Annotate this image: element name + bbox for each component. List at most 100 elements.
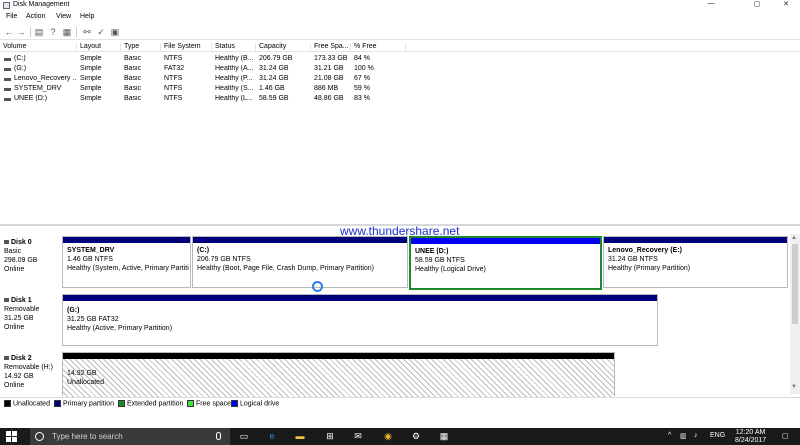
properties-icon[interactable]: ▦ [62,27,72,37]
cell-percent-free: 84 % [354,55,370,62]
cell-capacity: 1.46 GB [259,85,285,92]
cell-file-system: NTFS [164,55,183,62]
table-row[interactable]: (C:) Simple Basic NTFS Healthy (B... 206… [0,55,800,65]
cell-percent-free: 100 % [354,65,374,72]
network-icon[interactable]: ▥ [680,432,687,440]
table-row[interactable]: (G:) Simple Basic FAT32 Healthy (A... 31… [0,65,800,75]
drive-icon [4,98,11,101]
partition-status: Healthy (Active, Primary Partition) [67,325,173,332]
disk-name: Disk 0 [11,239,32,246]
column-free-space[interactable]: Free Spa... [311,43,351,52]
microphone-icon[interactable] [216,432,221,440]
disk-name: Disk 2 [11,355,32,362]
menu-bar: File Action View Help [0,12,800,23]
table-row[interactable]: SYSTEM_DRV Simple Basic NTFS Healthy (S.… [0,85,800,95]
partition-size: 31.25 GB FAT32 [67,316,119,323]
help-icon[interactable]: ? [48,27,58,37]
disk-2-label[interactable]: Disk 2 Removable (H:) 14.92 GB Online [4,354,60,390]
partition-status: Healthy (System, Active, Primary Partiti [67,265,189,272]
windows-start-icon[interactable] [6,431,17,442]
disk-type: Removable [4,306,40,313]
check-icon[interactable]: ✓ [96,27,106,37]
disk-management-icon[interactable]: ▦ [436,430,452,443]
partition-name: (G:) [67,307,80,314]
table-row[interactable]: Lenovo_Recovery ... Simple Basic NTFS He… [0,75,800,85]
volume-list-icon[interactable]: ▤ [34,27,44,37]
cell-free-space: 31.21 GB [314,65,344,72]
legend-free-space: Free space [187,400,231,407]
volume-icon[interactable]: ♪ [694,432,698,439]
chrome-icon[interactable]: ◉ [380,430,396,443]
forward-icon[interactable]: → [16,27,26,37]
table-row[interactable]: UNEE (D:) Simple Basic NTFS Healthy (L..… [0,95,800,105]
scroll-down-icon[interactable]: ▼ [791,384,797,390]
task-view-icon[interactable]: ▭ [236,430,252,443]
minimize-button[interactable]: — [697,0,725,7]
partition-size: 206.79 GB NTFS [197,256,251,263]
column-percent-free[interactable]: % Free [351,43,406,52]
cell-volume: (G:) [14,65,27,72]
column-layout[interactable]: Layout [77,43,121,52]
partition-status: Healthy (Boot, Page File, Crash Dump, Pr… [197,265,375,272]
disk-state: Online [4,324,25,331]
disk-size: 298.09 GB [4,257,38,264]
taskbar-clock[interactable]: 12:20 AM 8/24/2017 [735,429,766,445]
menu-file[interactable]: File [6,13,17,20]
disk-0-label[interactable]: Disk 0 Basic 298.09 GB Online [4,238,60,274]
menu-view[interactable]: View [56,13,71,20]
maximize-button[interactable]: ▢ [743,0,771,8]
cell-layout: Simple [80,65,102,72]
notification-icon[interactable]: ▢ [782,432,789,440]
show-hidden-icons-icon[interactable]: ^ [668,432,671,439]
partition-e[interactable]: Lenovo_Recovery (E:) 31.24 GB NTFS Healt… [603,236,788,288]
legend-label: Free space [196,400,232,408]
legend-swatch [187,400,194,407]
edge-icon[interactable]: e [264,430,280,443]
volume-list: Volume Layout Type File System Status Ca… [0,41,800,223]
partition-status: Unallocated [67,379,104,386]
legend-swatch [54,400,61,407]
back-icon[interactable]: ← [4,27,14,37]
cell-status: Healthy (P... [215,75,253,82]
cell-layout: Simple [80,95,102,102]
menu-action[interactable]: Action [26,13,45,20]
settings-icon[interactable]: ⚙ [408,430,424,443]
graphical-view-icon[interactable]: ▣ [110,27,120,37]
legend: Unallocated Primary partition Extended p… [0,397,800,410]
column-status[interactable]: Status [212,43,256,52]
store-icon[interactable]: ⊞ [322,430,338,443]
partition-status: Healthy (Logical Drive) [415,266,486,273]
menu-help[interactable]: Help [80,13,94,20]
cell-file-system: NTFS [164,95,183,102]
column-capacity[interactable]: Capacity [256,43,311,52]
partition-system-drv[interactable]: SYSTEM_DRV 1.46 GB NTFS Healthy (System,… [62,236,191,288]
unallocated-space[interactable]: 14.92 GB Unallocated [62,352,615,397]
partition-d[interactable]: UNEE (D:) 58.59 GB NTFS Healthy (Logical… [409,236,602,290]
column-file-system[interactable]: File System [161,43,212,52]
cell-file-system: NTFS [164,85,183,92]
legend-unallocated: Unallocated [4,400,50,407]
column-volume[interactable]: Volume [0,43,77,52]
cell-percent-free: 59 % [354,85,370,92]
cortana-icon [35,432,44,441]
close-button[interactable]: ✕ [772,0,800,8]
column-type[interactable]: Type [121,43,161,52]
scrollbar-thumb[interactable] [792,244,798,324]
drive-icon [4,78,11,81]
taskbar-search-box[interactable]: Type here to search [30,428,230,445]
mail-icon[interactable]: ✉ [350,430,366,443]
window-title: Disk Management [13,1,70,8]
cell-volume: Lenovo_Recovery ... [14,75,77,82]
toolbar: ← → ▤ ? ▦ ⚯ ✓ ▣ [0,24,800,40]
file-explorer-icon[interactable]: ▬ [292,430,308,443]
cell-file-system: FAT32 [164,65,185,72]
language-indicator[interactable]: ENG [710,432,725,439]
drive-icon [4,58,11,61]
disk-1-label[interactable]: Disk 1 Removable 31.25 GB Online [4,296,60,332]
disk-view-scrollbar[interactable]: ▲ ▼ [790,234,800,394]
connect-icon[interactable]: ⚯ [82,27,92,37]
partition-name: (C:) [197,247,210,254]
scroll-up-icon[interactable]: ▲ [791,235,797,241]
partition-g[interactable]: (G:) 31.25 GB FAT32 Healthy (Active, Pri… [62,294,658,346]
partition-c[interactable]: (C:) 206.79 GB NTFS Healthy (Boot, Page … [192,236,408,288]
